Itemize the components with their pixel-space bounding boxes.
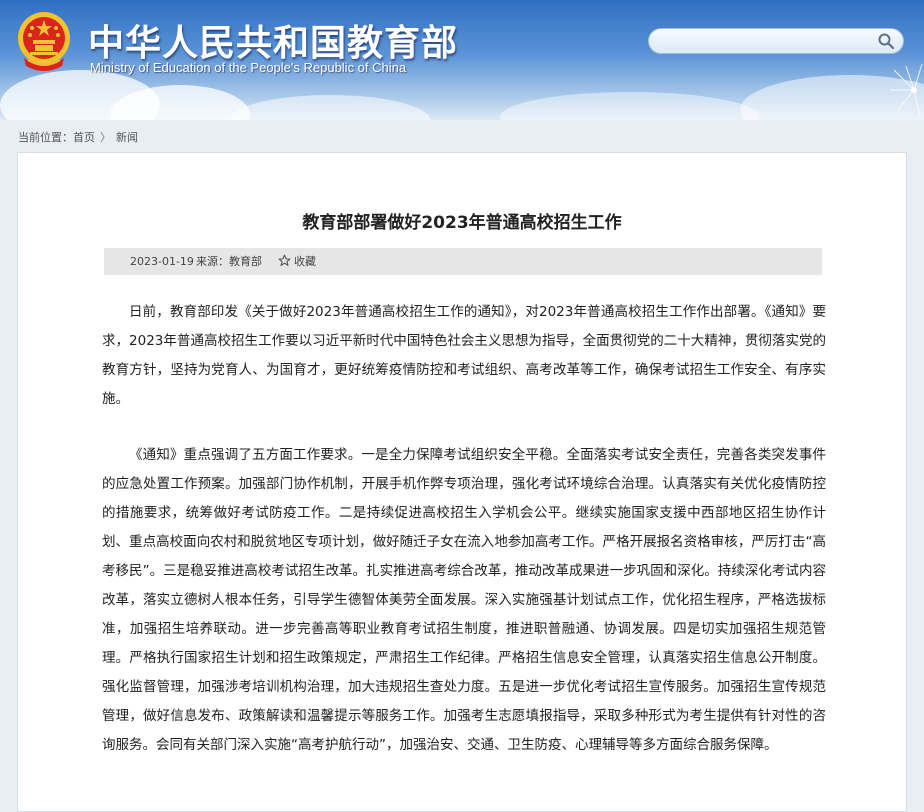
- breadcrumb-prefix: 当前位置：: [18, 131, 73, 144]
- article-meta-bar: 2023-01-19 来源：教育部 收藏: [104, 248, 822, 275]
- article-date: 2023-01-19: [130, 255, 194, 268]
- star-icon: [278, 254, 291, 266]
- article-body: 日前，教育部印发《关于做好2023年普通高校招生工作的通知》，对2023年普通高…: [102, 298, 826, 787]
- article-paragraph: 《通知》重点强调了五方面工作要求。一是全力保障考试组织安全平稳。全面落实考试安全…: [102, 447, 826, 753]
- cloud-decoration: [500, 92, 760, 120]
- search-input[interactable]: [659, 32, 873, 52]
- article-paragraph: 日前，教育部印发《关于做好2023年普通高校招生工作的通知》，对2023年普通高…: [102, 304, 826, 407]
- source-value: 教育部: [229, 255, 262, 268]
- breadcrumb-separator: 〉: [100, 131, 111, 144]
- search-box: [648, 28, 904, 54]
- source-label: 来源：: [196, 255, 229, 268]
- national-emblem-icon: [18, 12, 70, 71]
- search-icon[interactable]: [877, 32, 895, 50]
- breadcrumb-news-link[interactable]: 新闻: [116, 131, 138, 144]
- site-title[interactable]: 中华人民共和国教育部: [88, 14, 458, 66]
- breadcrumb-home-link[interactable]: 首页: [73, 131, 95, 144]
- site-subtitle: Ministry of Education of the People's Re…: [90, 60, 407, 75]
- favorite-label: 收藏: [294, 255, 316, 268]
- article-container: 教育部部署做好2023年普通高校招生工作 2023-01-19 来源：教育部 收…: [17, 152, 907, 812]
- article-title: 教育部部署做好2023年普通高校招生工作: [302, 213, 622, 233]
- dandelion-decoration: [890, 63, 923, 117]
- cloud-decoration: [230, 95, 430, 120]
- header-banner: 中华人民共和国教育部 Ministry of Education of the …: [0, 0, 924, 120]
- breadcrumb: 当前位置：首页〉新闻: [18, 129, 138, 145]
- favorite-button[interactable]: 收藏: [278, 248, 316, 275]
- article-source: 来源：教育部: [196, 248, 262, 275]
